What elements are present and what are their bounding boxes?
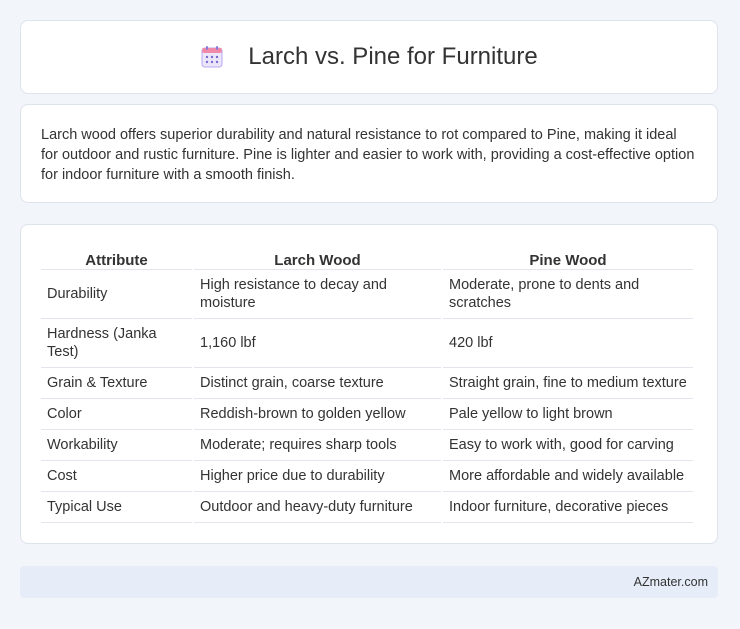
cell-larch: Reddish-brown to golden yellow <box>194 399 441 430</box>
cell-attribute: Hardness (Janka Test) <box>41 319 192 368</box>
cell-pine: Easy to work with, good for carving <box>443 430 693 461</box>
footer: AZmater.com <box>20 566 718 598</box>
table-row: Durability High resistance to decay and … <box>41 270 693 319</box>
header-pine: Pine Wood <box>443 245 693 270</box>
cell-larch: 1,160 lbf <box>194 319 441 368</box>
cell-pine: Straight grain, fine to medium texture <box>443 368 693 399</box>
footer-source-link[interactable]: AZmater.com <box>634 575 708 589</box>
table-row: Typical Use Outdoor and heavy-duty furni… <box>41 492 693 523</box>
cell-larch: Outdoor and heavy-duty furniture <box>194 492 441 523</box>
cell-attribute: Color <box>41 399 192 430</box>
summary-card: Larch wood offers superior durability an… <box>20 104 718 203</box>
table-row: Workability Moderate; requires sharp too… <box>41 430 693 461</box>
header-larch: Larch Wood <box>194 245 441 270</box>
cell-larch: Higher price due to durability <box>194 461 441 492</box>
cell-larch: Distinct grain, coarse texture <box>194 368 441 399</box>
table-header-row: Attribute Larch Wood Pine Wood <box>41 245 693 270</box>
cell-pine: 420 lbf <box>443 319 693 368</box>
page-title: Larch vs. Pine for Furniture <box>248 43 538 70</box>
cell-attribute: Cost <box>41 461 192 492</box>
cell-attribute: Grain & Texture <box>41 368 192 399</box>
header-attribute: Attribute <box>41 245 192 270</box>
table-row: Hardness (Janka Test) 1,160 lbf 420 lbf <box>41 319 693 368</box>
cell-pine: Pale yellow to light brown <box>443 399 693 430</box>
cell-attribute: Typical Use <box>41 492 192 523</box>
cell-pine: Indoor furniture, decorative pieces <box>443 492 693 523</box>
title-card: Larch vs. Pine for Furniture <box>20 20 718 94</box>
cell-larch: High resistance to decay and moisture <box>194 270 441 319</box>
cell-pine: More affordable and widely available <box>443 461 693 492</box>
cell-pine: Moderate, prone to dents and scratches <box>443 270 693 319</box>
table-row: Cost Higher price due to durability More… <box>41 461 693 492</box>
comparison-table-card: Attribute Larch Wood Pine Wood Durabilit… <box>20 224 718 544</box>
cell-attribute: Durability <box>41 270 192 319</box>
summary-text: Larch wood offers superior durability an… <box>41 127 695 183</box>
comparison-table: Attribute Larch Wood Pine Wood Durabilit… <box>39 245 695 523</box>
calendar-icon <box>200 45 224 69</box>
table-row: Color Reddish-brown to golden yellow Pal… <box>41 399 693 430</box>
cell-attribute: Workability <box>41 430 192 461</box>
table-row: Grain & Texture Distinct grain, coarse t… <box>41 368 693 399</box>
cell-larch: Moderate; requires sharp tools <box>194 430 441 461</box>
